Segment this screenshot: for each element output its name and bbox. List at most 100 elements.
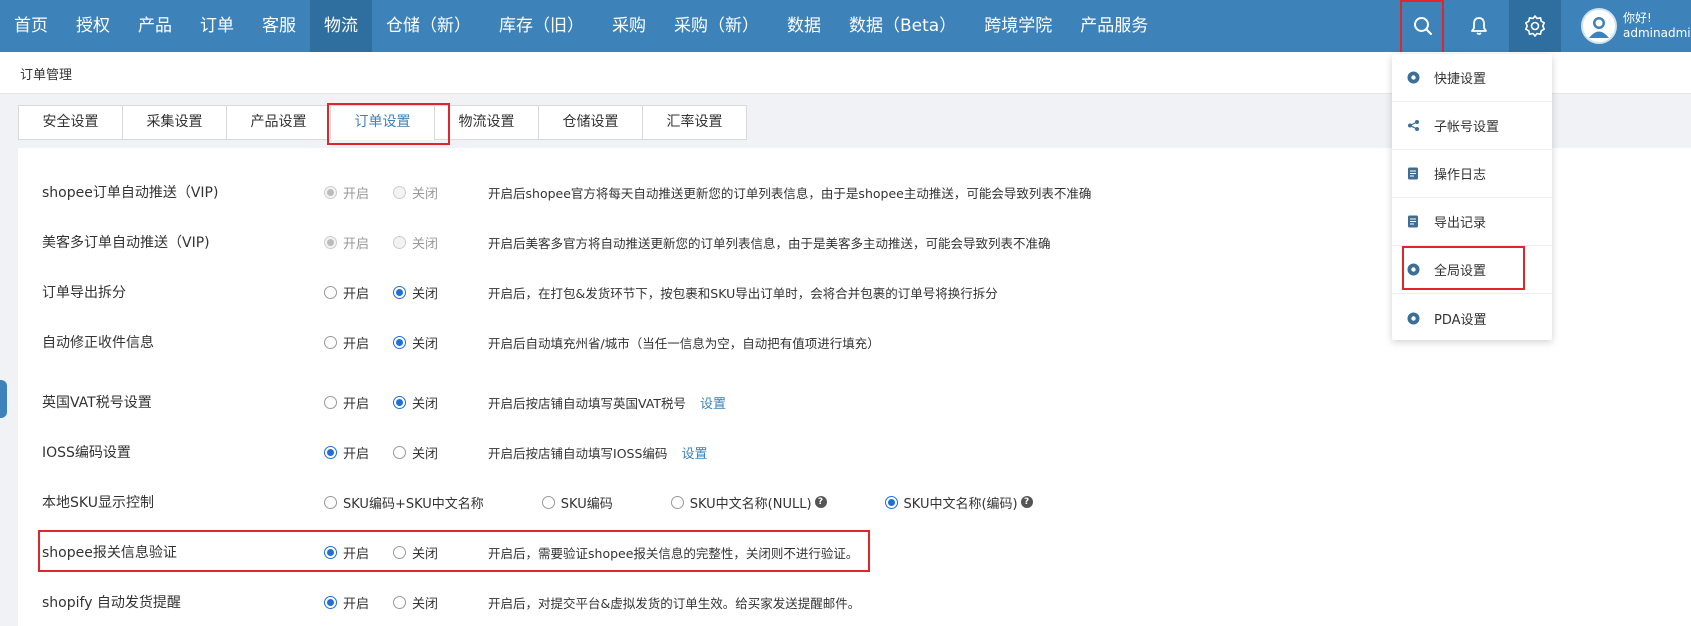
radio-shopee-customs-verify-on[interactable]: 开启	[324, 543, 369, 562]
nav-item-service[interactable]: 客服	[248, 0, 310, 52]
ioss-settings-link[interactable]: 设置	[681, 443, 707, 462]
user-icon	[1589, 17, 1609, 38]
menu-item-pda-settings[interactable]: PDA设置	[1392, 294, 1552, 342]
radio-button-icon	[324, 395, 337, 409]
radio-button-icon	[393, 395, 407, 409]
radio-shopee-customs-verify-off[interactable]: 关闭	[393, 543, 438, 562]
radio-button-icon	[324, 595, 337, 609]
radio-button-icon	[393, 335, 407, 349]
tab-security-settings[interactable]: 安全设置	[18, 105, 123, 140]
setting-label: 自动修正收件信息	[42, 335, 154, 351]
radio-button-icon	[324, 235, 337, 249]
search-button[interactable]	[1397, 0, 1449, 52]
tab-collect-settings[interactable]: 采集设置	[122, 105, 227, 140]
setting-description: 开启后，对提交平台&虚拟发货的订单生效。给买家发送提醒邮件。	[488, 595, 861, 611]
radio-shopee-auto-push-off[interactable]: 关闭	[393, 183, 438, 202]
menu-item-operation-log[interactable]: 操作日志	[1392, 150, 1552, 198]
radio-ioss-off[interactable]: 关闭	[393, 443, 438, 462]
radio-button-icon	[393, 445, 407, 459]
radio-button-icon	[393, 285, 407, 299]
nav-item-product-services[interactable]: 产品服务	[1066, 0, 1162, 52]
setting-label: shopee报关信息验证	[42, 545, 177, 561]
gear-icon	[1525, 15, 1545, 37]
uk-vat-settings-link[interactable]: 设置	[700, 393, 726, 412]
tab-warehouse-settings[interactable]: 仓储设置	[538, 105, 643, 140]
radio-export-split-on[interactable]: 开启	[324, 283, 369, 302]
setting-row-shopee-customs-verify: shopee报关信息验证 开启 关闭 开启后，需要验证shopee报关信息的完整…	[42, 541, 858, 563]
tab-logistics-settings[interactable]: 物流设置	[434, 105, 539, 140]
radio-meli-auto-push-on[interactable]: 开启	[324, 233, 369, 252]
radio-button-icon	[324, 545, 337, 559]
radio-uk-vat-on[interactable]: 开启	[324, 393, 369, 412]
setting-row-uk-vat: 英国VAT税号设置 开启 关闭 开启后按店铺自动填写英国VAT税号 设置	[42, 391, 726, 413]
document-icon	[1406, 215, 1420, 229]
radio-button-icon	[324, 185, 337, 199]
radio-button-icon	[670, 495, 684, 509]
radio-button-icon	[884, 495, 898, 509]
radio-sku-code[interactable]: SKU编码	[541, 493, 613, 512]
radio-export-split-off[interactable]: 关闭	[393, 283, 438, 302]
nav-item-academy[interactable]: 跨境学院	[970, 0, 1066, 52]
radio-button-icon	[393, 185, 407, 199]
setting-row-meli-auto-push: 美客多订单自动推送（VIP) 开启 关闭 开启后美客多官方将自动推送更新您的订单…	[42, 231, 1051, 253]
user-menu[interactable]: 你好! adminadmin	[1581, 8, 1691, 44]
setting-label: 英国VAT税号设置	[42, 395, 152, 411]
nav-item-data-beta[interactable]: 数据（Beta）	[835, 0, 970, 52]
radio-button-icon	[324, 445, 337, 459]
radio-shopify-ship-reminder-off[interactable]: 关闭	[393, 593, 438, 612]
radio-meli-auto-push-off[interactable]: 关闭	[393, 233, 438, 252]
tab-product-settings[interactable]: 产品设置	[226, 105, 331, 140]
menu-item-global-settings[interactable]: 全局设置	[1392, 246, 1552, 294]
tab-order-settings[interactable]: 订单设置	[330, 105, 435, 140]
radio-ioss-on[interactable]: 开启	[324, 443, 369, 462]
setting-label: 美客多订单自动推送（VIP)	[42, 235, 210, 251]
radio-shopify-ship-reminder-on[interactable]: 开启	[324, 593, 369, 612]
radio-sku-name-code[interactable]: SKU中文名称(编码)?	[884, 493, 1033, 512]
setting-row-export-split: 订单导出拆分 开启 关闭 开启后，在打包&发货环节下，按包裹和SKU导出订单时，…	[42, 281, 998, 303]
setting-row-shopify-ship-reminder: shopify 自动发货提醒 开启 关闭 开启后，对提交平台&虚拟发货的订单生效…	[42, 591, 860, 613]
radio-button-icon	[324, 495, 337, 509]
setting-description: 开启后自动填充州省/城市（当任一信息为空，自动把有值项进行填充）	[488, 335, 880, 351]
radio-sku-code-and-name[interactable]: SKU编码+SKU中文名称	[324, 493, 484, 512]
nav-item-inventory-old[interactable]: 库存（旧）	[485, 0, 598, 52]
top-nav: 首页 授权 产品 订单 客服 物流 仓储（新） 库存（旧） 采购 采购（新） 数…	[0, 0, 1691, 52]
gear-icon	[1406, 71, 1420, 85]
gear-icon	[1406, 263, 1420, 277]
nav-item-authorize[interactable]: 授权	[62, 0, 124, 52]
nav-item-data[interactable]: 数据	[773, 0, 835, 52]
share-icon	[1406, 119, 1420, 133]
user-name: adminadmin	[1623, 26, 1691, 40]
setting-description: 开启后，在打包&发货环节下，按包裹和SKU导出订单时，会将合并包裹的订单号将换行…	[488, 285, 998, 301]
nav-item-logistics[interactable]: 物流	[310, 0, 372, 52]
help-icon[interactable]: ?	[814, 496, 827, 508]
nav-item-purchase-new[interactable]: 采购（新）	[660, 0, 773, 52]
notification-button[interactable]	[1453, 0, 1505, 52]
settings-button[interactable]	[1509, 0, 1561, 52]
user-greeting: 你好!	[1623, 11, 1652, 25]
setting-label: shopee订单自动推送（VIP)	[42, 185, 219, 201]
breadcrumb: 订单管理	[20, 68, 73, 83]
menu-item-export-records[interactable]: 导出记录	[1392, 198, 1552, 246]
radio-button-icon	[324, 335, 337, 349]
nav-item-home[interactable]: 首页	[0, 0, 62, 52]
menu-item-quick-settings[interactable]: 快捷设置	[1392, 54, 1552, 102]
radio-auto-fix-address-on[interactable]: 开启	[324, 333, 369, 352]
radio-shopee-auto-push-on[interactable]: 开启	[324, 183, 369, 202]
nav-item-orders[interactable]: 订单	[186, 0, 248, 52]
nav-item-warehouse-new[interactable]: 仓储（新）	[372, 0, 485, 52]
side-collapse-handle[interactable]	[0, 380, 7, 418]
search-icon	[1414, 17, 1432, 35]
radio-auto-fix-address-off[interactable]: 关闭	[393, 333, 438, 352]
nav-item-products[interactable]: 产品	[124, 0, 186, 52]
nav-right-tools: 你好! adminadmin	[1397, 0, 1691, 52]
help-icon[interactable]: ?	[1020, 496, 1033, 508]
radio-sku-name-null[interactable]: SKU中文名称(NULL)?	[670, 493, 827, 512]
tab-exchange-rate-settings[interactable]: 汇率设置	[642, 105, 747, 140]
avatar	[1581, 8, 1617, 44]
radio-uk-vat-off[interactable]: 关闭	[393, 393, 438, 412]
setting-row-ioss: IOSS编码设置 开启 关闭 开启后按店铺自动填写IOSS编码 设置	[42, 441, 707, 463]
nav-item-purchase[interactable]: 采购	[598, 0, 660, 52]
radio-button-icon	[393, 235, 407, 249]
setting-description: 开启后，需要验证shopee报关信息的完整性，关闭则不进行验证。	[488, 545, 859, 561]
menu-item-sub-account-settings[interactable]: 子帐号设置	[1392, 102, 1552, 150]
